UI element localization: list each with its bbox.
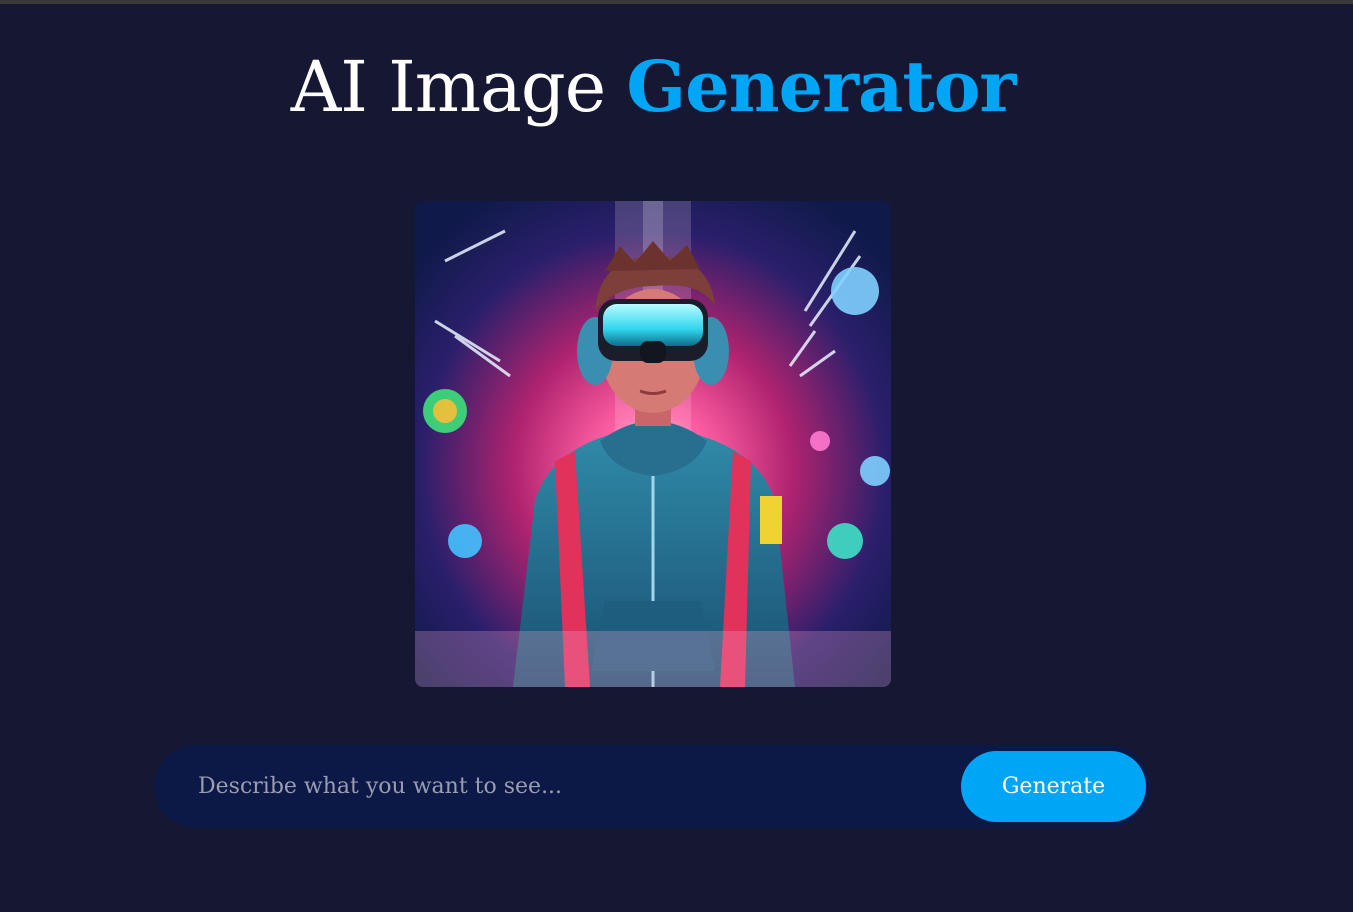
- prompt-input[interactable]: [198, 745, 938, 828]
- generate-button[interactable]: Generate: [961, 751, 1146, 822]
- title-accent: Generator: [626, 45, 1016, 128]
- generated-image: [415, 201, 891, 687]
- page-title: AI Image Generator: [0, 52, 1306, 123]
- prompt-form: Generate: [154, 745, 1150, 828]
- title-plain: AI Image: [290, 46, 627, 128]
- window-top-border: [0, 0, 1353, 4]
- vr-headset-boy-illustration: [415, 201, 891, 687]
